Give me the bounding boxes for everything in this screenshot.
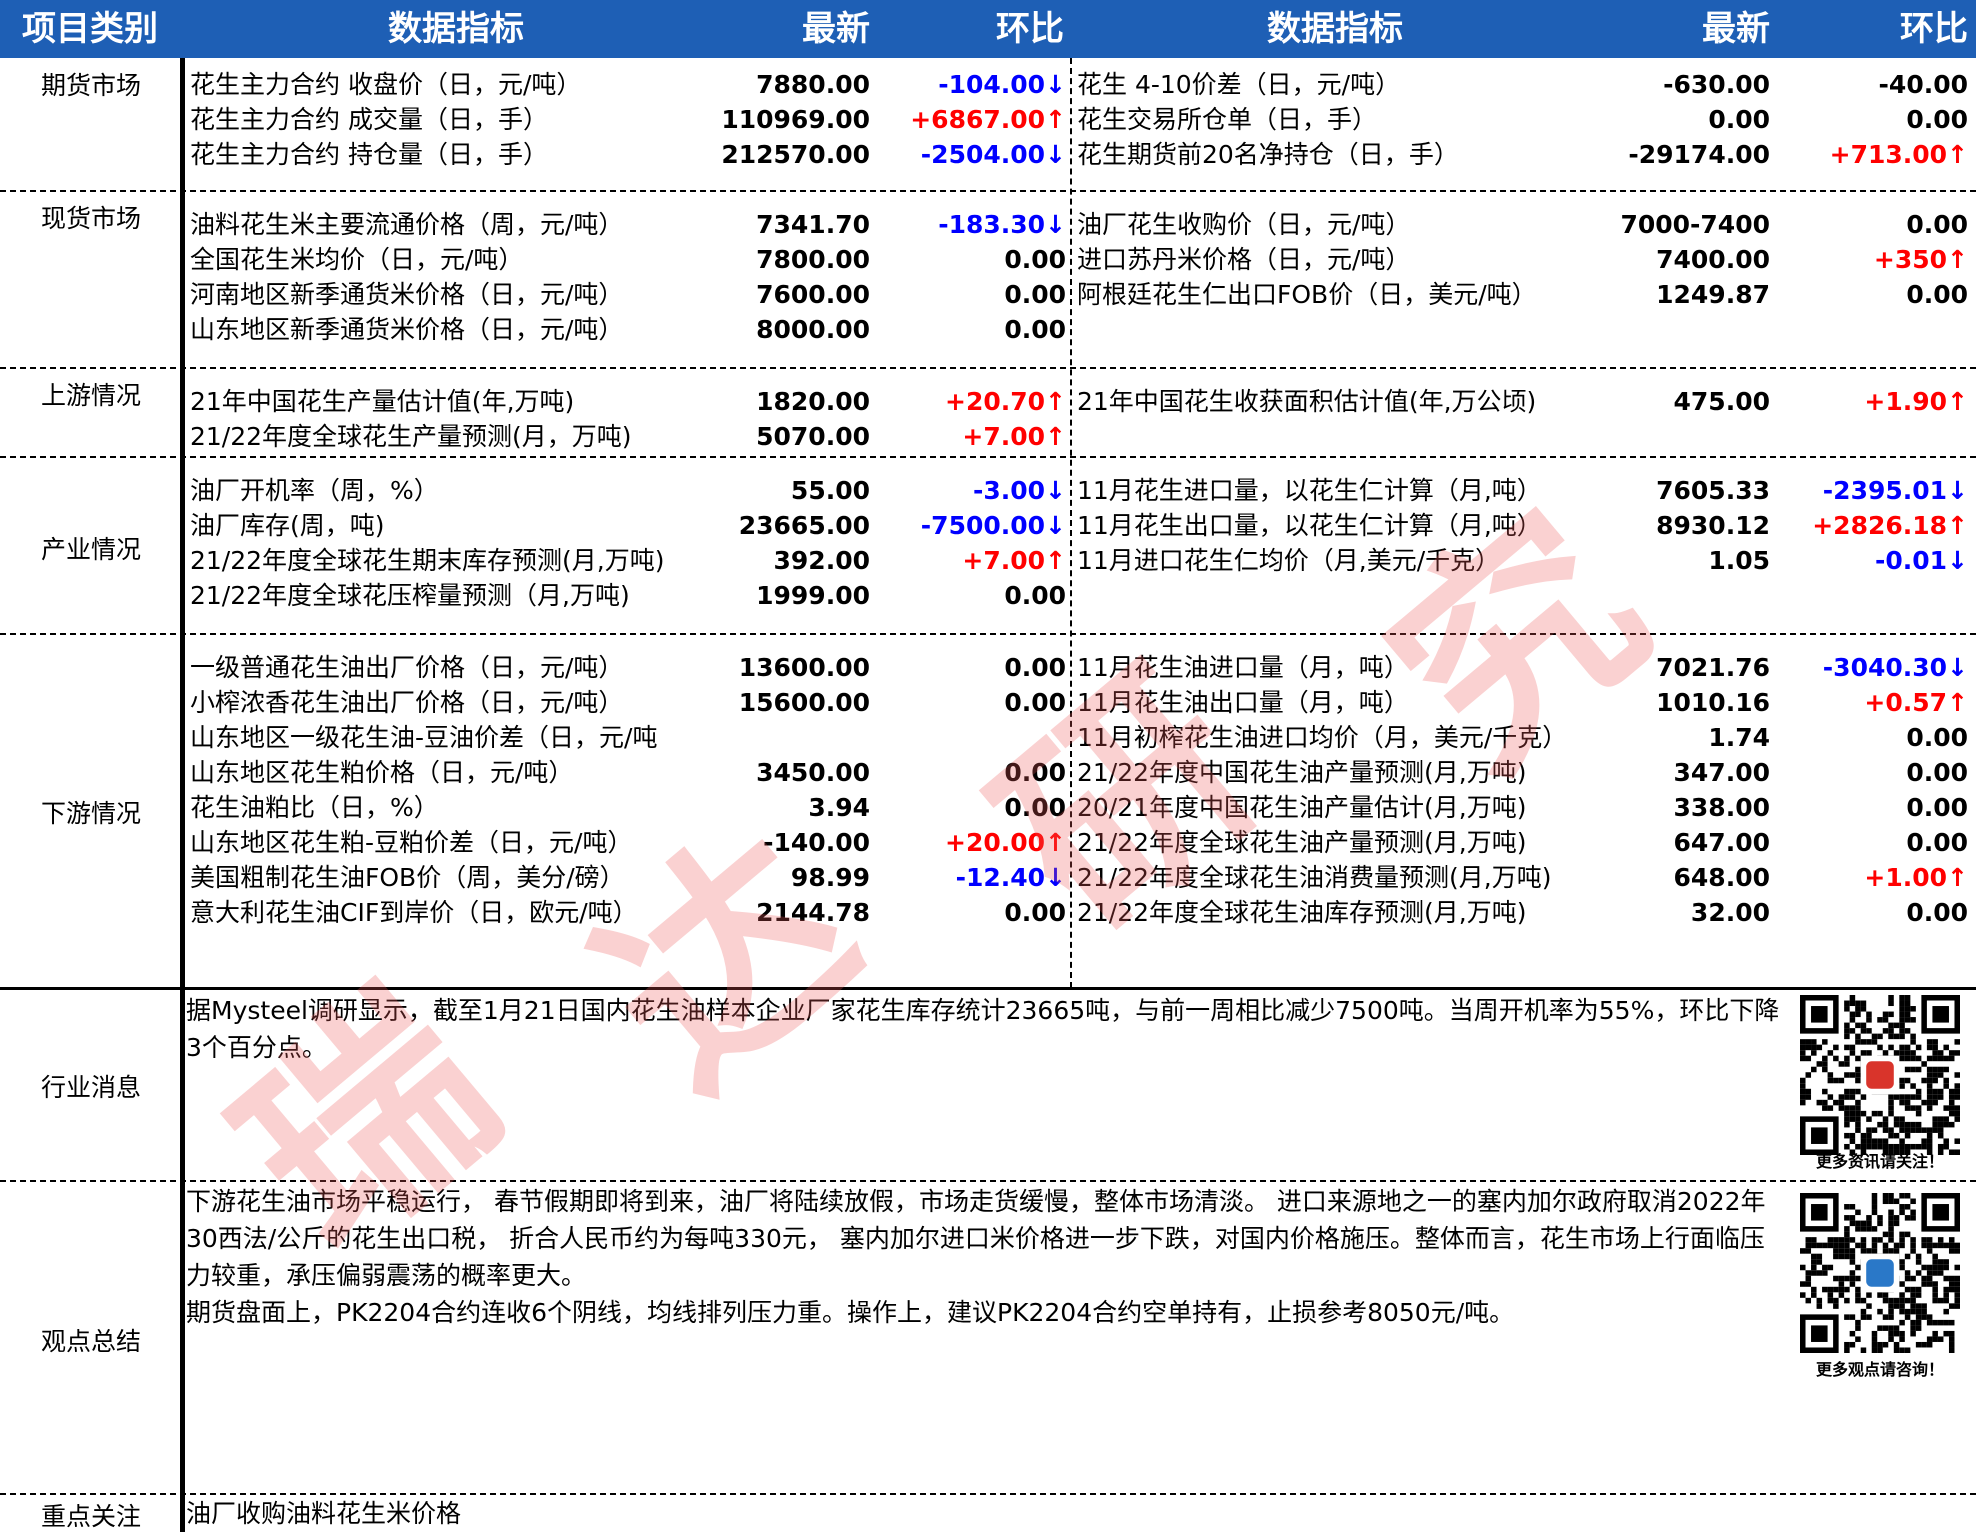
peanut-data-sheet: 项目类别 数据指标 最新 环比 数据指标 最新 环比 期货市场 现货市场 上游情… <box>0 0 1976 1532</box>
table-row: 意大利花生油CIF到岸价（日，欧元/吨） 2144.78 0.00 21/22年度全球… <box>0 891 1976 935</box>
indicator-left: 21/22年度全球花压榨量预测（月,万吨) <box>190 581 630 610</box>
news-qr-caption: 更多资讯请关注！ <box>1815 1152 1944 1171</box>
indicator-left: 21/22年度全球花生产量预测(月，万吨) <box>190 422 632 451</box>
change-right: +713.00↑ <box>1829 140 1968 169</box>
latest-left: 1999.00 <box>756 581 870 610</box>
section-divider <box>0 190 1976 192</box>
indicator-right <box>1073 574 1597 618</box>
change-right: 0.00 <box>1906 898 1968 927</box>
indicator-left: 山东地区新季通货米价格（日，元/吨） <box>190 315 624 344</box>
section-label-focus: 重点关注 <box>40 1502 141 1531</box>
indicator-right: 21/22年度全球花生油库存预测(月,万吨) <box>1077 898 1527 927</box>
header-indicator-right: 数据指标 <box>1267 9 1403 49</box>
header-change-right: 环比 <box>1900 9 1968 49</box>
section-divider <box>0 1180 1976 1182</box>
change-left: 0.00 <box>1004 898 1066 927</box>
summary-qr-caption: 更多观点请咨询！ <box>1815 1360 1944 1379</box>
header-category: 项目类别 <box>22 9 158 49</box>
table-row: 山东地区新季通货米价格（日，元/吨） 8000.00 0.00 <box>0 308 1976 352</box>
summary-text-1: 下游花生油市场平稳运行， 春节假期即将到来，油厂将陆续放假，市场走货缓慢，整体市… <box>186 1187 1766 1290</box>
change-left: 0.00 <box>1004 315 1066 344</box>
table-row: 21/22年度全球花压榨量预测（月,万吨) 1999.00 0.00 <box>0 574 1976 618</box>
table-row: 21/22年度全球花生产量预测(月，万吨) 5070.00 +7.00↑ <box>0 415 1976 459</box>
news-text: 据Mysteel调研显示，截至1月21日国内花生油样本企业厂家花生库存统计236… <box>186 996 1780 1062</box>
header-indicator-left: 数据指标 <box>388 9 524 49</box>
change-left: -2504.00↓ <box>920 140 1066 169</box>
change-right <box>1780 415 1968 459</box>
indicator-left: 意大利花生油CIF到岸价（日，欧元/吨） <box>190 898 638 927</box>
section-label-news: 行业消息 <box>40 1073 141 1102</box>
change-right <box>1780 574 1968 618</box>
header-change-left: 环比 <box>996 9 1064 49</box>
table-header: 项目类别 数据指标 最新 环比 数据指标 最新 环比 <box>0 0 1976 58</box>
indicator-right <box>1073 415 1597 459</box>
section-divider <box>0 987 1976 990</box>
latest-right <box>1590 308 1770 352</box>
latest-right: 32.00 <box>1690 898 1770 927</box>
latest-left: 2144.78 <box>756 898 870 927</box>
latest-right <box>1590 415 1770 459</box>
latest-left: 8000.00 <box>756 315 870 344</box>
latest-right <box>1590 574 1770 618</box>
qr-code-summary <box>1800 1193 1960 1353</box>
latest-left: 5070.00 <box>756 422 870 451</box>
header-latest-left: 最新 <box>802 9 870 49</box>
focus-text: 油厂收购油料花生米价格 <box>186 1499 462 1528</box>
header-latest-right: 最新 <box>1702 9 1770 49</box>
change-right <box>1780 308 1968 352</box>
change-left: 0.00 <box>1004 581 1066 610</box>
summary-text-2: 期货盘面上，PK2204合约连收6个阴线，均线排列压力重。操作上，建议PK220… <box>186 1298 1515 1327</box>
qr-code-news <box>1800 995 1960 1155</box>
table-row: 花生主力合约 持仓量（日，手） 212570.00 -2504.00↓ 花生期货前20… <box>0 133 1976 177</box>
indicator-right <box>1073 308 1597 352</box>
latest-right: -29174.00 <box>1628 140 1770 169</box>
section-divider <box>0 633 1976 635</box>
latest-left: 212570.00 <box>721 140 870 169</box>
indicator-right: 花生期货前20名净持仓（日，手） <box>1077 140 1459 169</box>
change-left: +7.00↑ <box>962 422 1066 451</box>
section-label-summary: 观点总结 <box>40 1327 141 1356</box>
section-divider <box>0 367 1976 369</box>
indicator-left: 花生主力合约 持仓量（日，手） <box>190 140 548 169</box>
